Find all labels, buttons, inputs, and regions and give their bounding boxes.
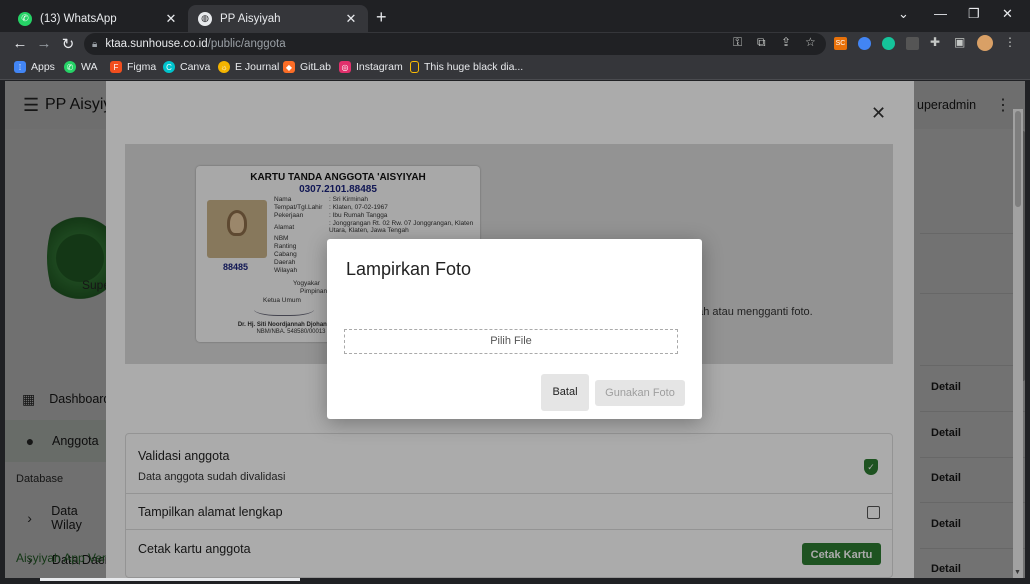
tab-search-chevron-icon[interactable]: ⌄ [898, 6, 909, 22]
cancel-button[interactable]: Batal [541, 374, 589, 411]
bookmark-wa[interactable]: ✆ WA [64, 61, 98, 73]
chrome-menu-icon[interactable]: ⋮ [1004, 35, 1016, 49]
minimize-icon[interactable]: — [934, 6, 947, 21]
side-panel-icon[interactable]: ▣ [954, 35, 965, 49]
whatsapp-icon: ✆ [18, 11, 32, 26]
forward-icon[interactable]: → [35, 35, 53, 52]
restore-icon[interactable]: ❐ [968, 6, 980, 22]
bookmark-page-icon [410, 61, 419, 73]
whatsapp-icon: ✆ [64, 61, 76, 73]
address-bar[interactable]: 🔒︎ ktaa.sunhouse.co.id/public/anggota [84, 33, 826, 55]
extension-badge: SC [835, 40, 846, 47]
share-icon[interactable]: ⇪ [781, 35, 791, 49]
bookmark-figma[interactable]: F Figma [110, 61, 156, 73]
apps-grid-icon: ⁞ [14, 61, 26, 73]
url-path: /public/anggota [207, 38, 286, 50]
back-icon[interactable]: ← [11, 35, 29, 52]
bookmark-black-diamond[interactable]: This huge black dia... [410, 61, 523, 73]
choose-file-dropzone[interactable]: Pilih File [344, 329, 678, 354]
bookmark-label: E Journal [235, 61, 280, 73]
gitlab-icon: ◆ [283, 61, 295, 73]
key-icon[interactable]: ⚿ [733, 35, 742, 50]
bookmark-canva[interactable]: C Canva [163, 61, 210, 73]
new-tab-icon[interactable]: + [376, 7, 387, 28]
close-tab-icon[interactable]: ✕ [164, 11, 178, 27]
download-progress-bar [40, 578, 300, 581]
bookmark-label: WA [81, 61, 98, 73]
browser-window: ✆ (13) WhatsApp ✕ ◍ PP Aisyiyah ✕ + ⌄ — … [0, 0, 1030, 584]
figma-icon: F [110, 61, 122, 73]
bookmark-label: This huge black dia... [424, 61, 524, 73]
url-domain: ktaa.sunhouse.co.id [105, 38, 208, 50]
extension-sc-icon[interactable]: SC [834, 37, 847, 50]
browser-toolbar: ← → ↻ 🔒︎ ktaa.sunhouse.co.id/public/angg… [0, 32, 1030, 56]
extension-grey-icon[interactable] [906, 37, 919, 50]
dialog-title: Lampirkan Foto [346, 259, 472, 279]
bookmark-label: Apps [31, 61, 55, 73]
bookmark-instagram[interactable]: ◎ Instagram [339, 61, 403, 73]
bookmark-star-icon[interactable]: ☆ [805, 35, 816, 49]
grammarly-icon[interactable] [882, 37, 895, 50]
globe-icon: ◍ [198, 11, 212, 26]
tab-label: PP Aisyiyah [220, 12, 281, 25]
bookmark-ejournal[interactable]: ☼ E Journal [218, 61, 279, 73]
bookmark-label: Canva [180, 61, 211, 73]
close-window-icon[interactable]: ✕ [1002, 6, 1013, 22]
canva-icon: C [163, 61, 175, 73]
profile-avatar-icon[interactable] [977, 35, 993, 51]
extension-blue-icon[interactable] [858, 37, 871, 50]
bookmark-label: Figma [127, 61, 157, 73]
ejournal-icon: ☼ [218, 61, 230, 73]
instagram-icon: ◎ [339, 61, 351, 73]
attach-photo-dialog: Lampirkan Foto Pilih File Batal Gunakan … [327, 239, 702, 419]
bookmarks-bar: ⁞ Apps ✆ WA F Figma C Canva ☼ E Journal ◆ GitL… [0, 56, 1030, 80]
reload-icon[interactable]: ↻ [59, 35, 77, 53]
lock-icon: 🔒︎ [92, 38, 98, 50]
bookmark-gitlab[interactable]: ◆ GitLab [283, 61, 331, 73]
tab-bar: ✆ (13) WhatsApp ✕ ◍ PP Aisyiyah ✕ + ⌄ — … [0, 0, 1030, 32]
bookmark-label: GitLab [300, 61, 331, 73]
use-photo-button[interactable]: Gunakan Foto [595, 380, 685, 406]
bookmark-apps[interactable]: ⁞ Apps [14, 61, 55, 73]
close-tab-icon[interactable]: ✕ [344, 11, 358, 27]
tab-whatsapp[interactable]: ✆ (13) WhatsApp ✕ [8, 5, 188, 32]
tab-pp-aisyiyah[interactable]: ◍ PP Aisyiyah ✕ [188, 5, 368, 32]
page-viewport: ☰ PP Aisyiy uperadmin ⋮ Supe ▦ Dashboard… [5, 81, 1025, 578]
puzzle-icon[interactable]: ✚ [930, 35, 940, 49]
tab-label: (13) WhatsApp [40, 12, 117, 25]
translate-icon[interactable]: ⧉ [757, 35, 766, 50]
bookmark-label: Instagram [356, 61, 403, 73]
